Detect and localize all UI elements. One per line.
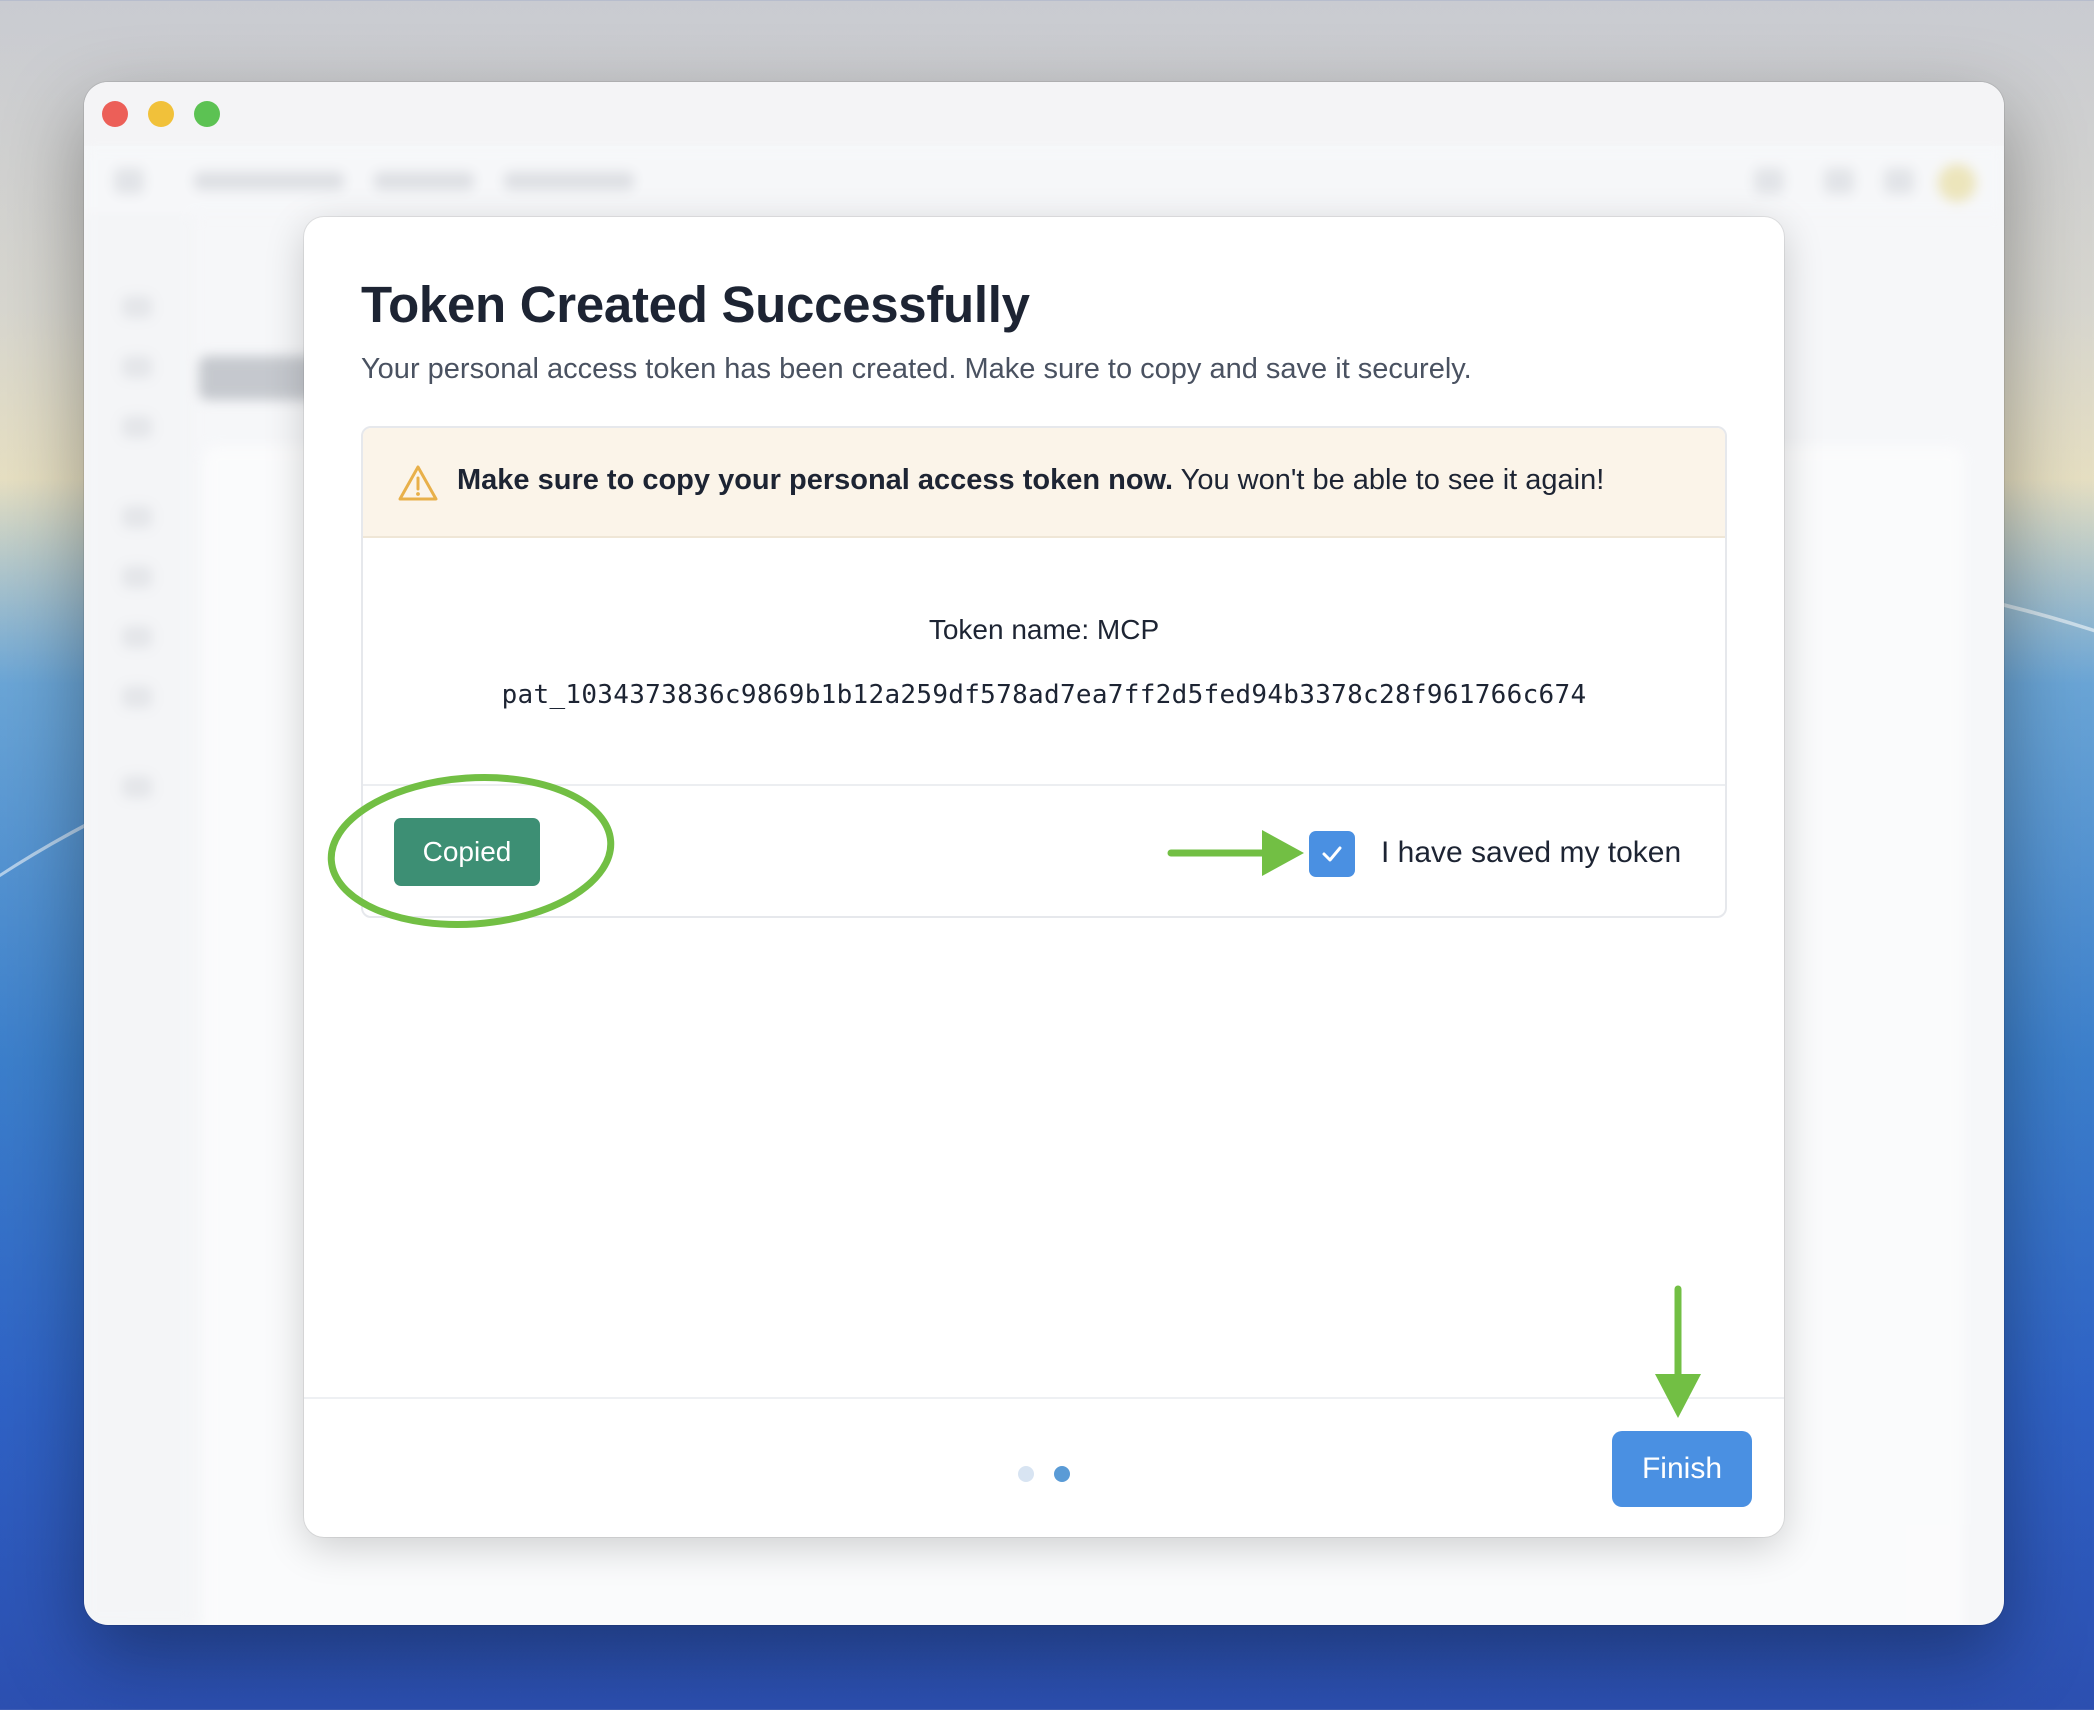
copy-token-button[interactable]: Copied — [394, 818, 540, 886]
background-nav-icon — [122, 776, 152, 798]
step-indicator-1 — [1018, 1466, 1034, 1482]
background-nav-icon — [122, 416, 152, 438]
background-nav-icon — [122, 566, 152, 588]
background-topbar — [84, 146, 2004, 216]
background-nav-icon — [122, 626, 152, 648]
saved-token-checkbox[interactable] — [1309, 831, 1355, 877]
minimize-window-button[interactable] — [148, 101, 174, 127]
close-window-button[interactable] — [102, 101, 128, 127]
zoom-window-button[interactable] — [194, 101, 220, 127]
background-nav-icon — [122, 506, 152, 528]
warning-text: You won't be able to see it again! — [1173, 464, 1605, 496]
token-value[interactable]: pat_1034373836c9869b1b12a259df578ad7ea7f… — [363, 680, 1725, 710]
sidebar-toggle-icon — [114, 168, 144, 194]
finish-button[interactable]: Finish — [1612, 1431, 1752, 1507]
warning-triangle-icon — [398, 465, 438, 501]
background-icon — [1824, 168, 1854, 194]
background-sidebar — [84, 216, 194, 1625]
avatar — [1938, 164, 1976, 202]
token-created-dialog: Token Created Successfully Your personal… — [304, 217, 1784, 1537]
background-nav-icon — [122, 686, 152, 708]
title-bar — [84, 82, 2004, 146]
background-breadcrumb — [374, 172, 474, 190]
background-nav-icon — [122, 356, 152, 378]
saved-token-label[interactable]: I have saved my token — [1381, 836, 1681, 870]
warning-message: Make sure to copy your personal access t… — [457, 464, 1604, 497]
background-page-title — [199, 356, 319, 400]
warning-banner: Make sure to copy your personal access t… — [363, 428, 1725, 538]
step-indicator-2 — [1054, 1466, 1070, 1482]
background-breadcrumb — [504, 172, 634, 190]
dialog-title: Token Created Successfully — [361, 276, 1030, 333]
token-card-footer: Copied I have saved my token — [363, 784, 1725, 916]
background-icon — [1754, 168, 1784, 194]
checkmark-icon — [1322, 846, 1342, 862]
token-card: Make sure to copy your personal access t… — [361, 426, 1727, 918]
token-name: Token name: MCP — [928, 614, 1160, 645]
background-breadcrumb — [194, 172, 344, 190]
dialog-footer: Finish — [304, 1397, 1784, 1537]
background-nav-icon — [122, 296, 152, 318]
dialog-subtitle: Your personal access token has been crea… — [361, 353, 1472, 385]
warning-bold-text: Make sure to copy your personal access t… — [457, 464, 1174, 496]
background-icon — [1884, 168, 1914, 194]
